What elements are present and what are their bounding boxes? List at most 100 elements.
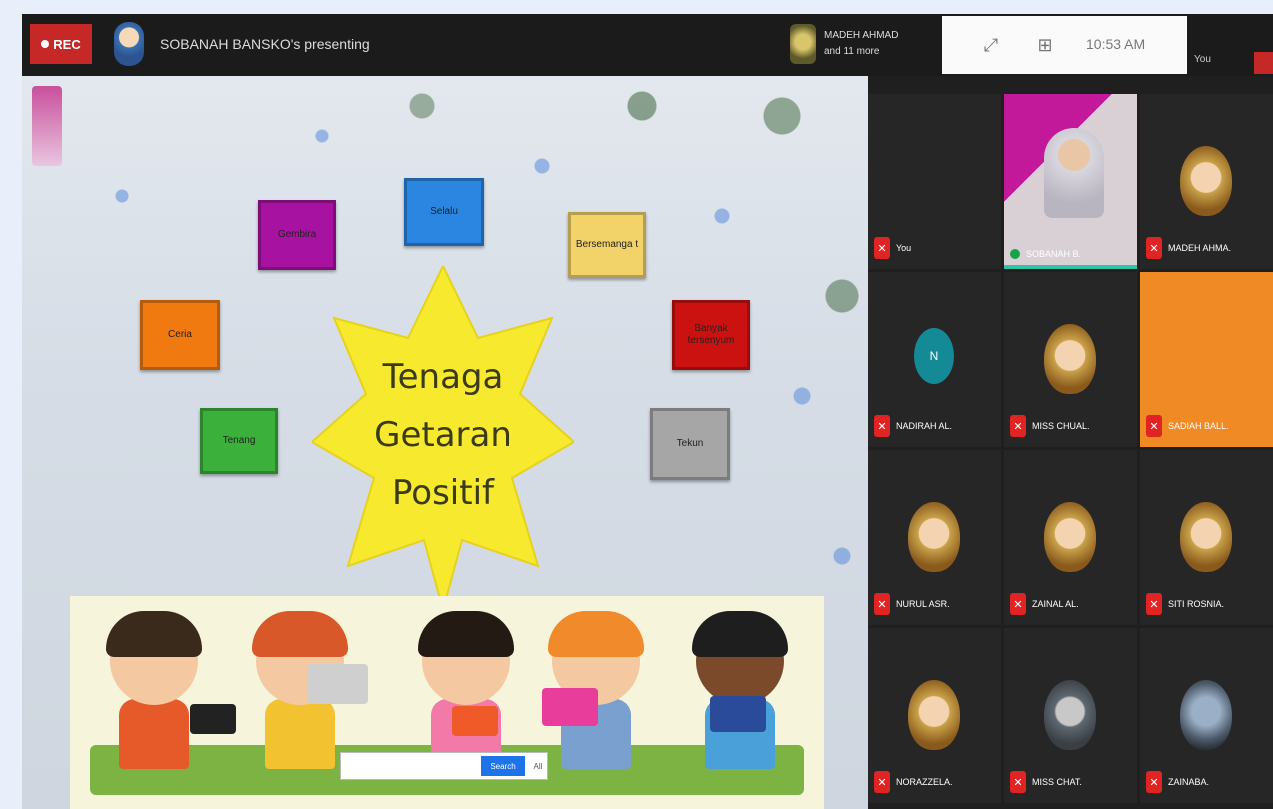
- word-box-label: Gembira: [277, 229, 317, 240]
- participant-nametag: ✕ SADIAH BALL.: [1146, 415, 1229, 437]
- host-label: You: [1194, 54, 1211, 65]
- meeting-window: REC SOBANAH BANSKO's presenting MADEH AH…: [22, 14, 1273, 809]
- word-box: Banyak tersenyum: [672, 300, 750, 370]
- participant-nametag: ✕ ZAINABA.: [1146, 771, 1209, 793]
- participant-tile[interactable]: ✕ MISS CHUAL.: [1004, 272, 1137, 447]
- participant-nametag: SOBANAH B.: [1010, 249, 1081, 259]
- mic-muted-icon: ✕: [1010, 593, 1026, 615]
- participant-avatar-icon: [1180, 146, 1232, 216]
- leave-button[interactable]: [1254, 52, 1273, 74]
- participant-avatar-icon: [908, 680, 960, 750]
- participant-video: [1044, 128, 1104, 218]
- kid-figure: [692, 611, 788, 769]
- participant-gallery: ✕ You SOBANAH B. ✕ MADEH AHMA. N ✕ NADIRAH AL. ✕…: [868, 76, 1273, 809]
- kids-illustration: Search All: [70, 596, 824, 809]
- participant-tile[interactable]: ✕ SADIAH BALL.: [1140, 272, 1273, 447]
- tablet-icon: [710, 696, 766, 732]
- word-box-label: Tenang: [222, 435, 256, 446]
- mic-muted-icon: ✕: [874, 415, 890, 437]
- participant-nametag: ✕ You: [874, 237, 911, 259]
- word-box: Bersemanga t: [568, 212, 646, 278]
- slide-search-bar: Search All: [340, 752, 548, 780]
- word-box-label: Banyak tersenyum: [687, 323, 735, 346]
- participant-name: SOBANAH B.: [1026, 249, 1082, 259]
- word-box-label: Tekun: [676, 438, 704, 449]
- kid-figure: [106, 611, 202, 769]
- participant-name: SITI ROSNIA.: [1168, 599, 1225, 609]
- active-speaker-indicator: [1004, 265, 1137, 269]
- status-panel: ⤢ ⊞ 10:53 AM: [942, 16, 1187, 74]
- word-box-label: Bersemanga t: [575, 239, 639, 250]
- participant-tile[interactable]: ✕ NURUL ASR.: [868, 450, 1001, 625]
- meeting-title: MADEH AHMAD: [824, 30, 899, 41]
- clock-time: 10:53 AM: [1086, 36, 1146, 52]
- participant-name: ZAINAL AL.: [1032, 599, 1079, 609]
- word-box: Gembira: [258, 200, 336, 270]
- participant-nametag: ✕ NURUL ASR.: [874, 593, 950, 615]
- search-input[interactable]: [341, 756, 477, 776]
- word-box: Tekun: [650, 408, 730, 480]
- kid-figure: [418, 611, 514, 769]
- layout-icon[interactable]: ⤢: [980, 34, 1002, 56]
- participant-name: MISS CHAT.: [1032, 777, 1082, 787]
- participant-tile[interactable]: ✕ ZAINABA.: [1140, 628, 1273, 803]
- participant-avatar-icon: N: [914, 328, 954, 384]
- participant-tile[interactable]: N ✕ NADIRAH AL.: [868, 272, 1001, 447]
- star-line: Getaran: [374, 415, 512, 455]
- participant-tile[interactable]: ✕ You: [868, 94, 1001, 269]
- participant-tile[interactable]: ✕ ZAINAL AL.: [1004, 450, 1137, 625]
- star-line: Tenaga: [382, 357, 504, 397]
- mic-muted-icon: ✕: [1010, 771, 1026, 793]
- participant-nametag: ✕ SITI ROSNIA.: [1146, 593, 1224, 615]
- participant-name: MISS CHUAL.: [1032, 421, 1090, 431]
- top-bar: REC SOBANAH BANSKO's presenting MADEH AH…: [22, 14, 1273, 76]
- search-button[interactable]: Search: [481, 756, 525, 776]
- participant-name: NADIRAH AL.: [896, 421, 953, 431]
- participant-tile[interactable]: ✕ NORAZZELA.: [868, 628, 1001, 803]
- participant-tile[interactable]: ✕ MISS CHAT.: [1004, 628, 1137, 803]
- record-dot-icon: [41, 40, 50, 48]
- participant-nametag: ✕ MISS CHAT.: [1010, 771, 1082, 793]
- participant-name: ZAINABA.: [1168, 777, 1210, 787]
- participant-tile[interactable]: SOBANAH B.: [1004, 94, 1137, 269]
- participant-avatar-icon: [1044, 324, 1096, 394]
- word-box-label: Ceria: [168, 329, 192, 340]
- participant-nametag: ✕ MADEH AHMA.: [1146, 237, 1231, 259]
- participant-tile[interactable]: ✕ MADEH AHMA.: [1140, 94, 1273, 269]
- participant-name: NORAZZELA.: [896, 777, 953, 787]
- search-scope[interactable]: All: [529, 756, 547, 776]
- star-shape: Tenaga Getaran Positif: [312, 266, 574, 610]
- mic-muted-icon: ✕: [874, 771, 890, 793]
- word-box: Selalu: [404, 178, 484, 246]
- word-box-label: Selalu: [430, 206, 458, 217]
- laptop-icon: [542, 688, 598, 726]
- meeting-subtitle: and 11 more: [824, 46, 880, 57]
- participant-nametag: ✕ NORAZZELA.: [874, 771, 953, 793]
- presenter-avatar-icon: [114, 22, 144, 66]
- presenter-name: SOBANAH BANSKO's presenting: [160, 36, 370, 52]
- participant-name: You: [896, 243, 912, 253]
- tablet-icon: [452, 706, 498, 736]
- meeting-info[interactable]: MADEH AHMAD and 11 more: [824, 28, 898, 60]
- school-logo-icon: [32, 86, 62, 166]
- record-button[interactable]: REC: [30, 24, 92, 64]
- mic-muted-icon: ✕: [874, 237, 890, 259]
- mic-muted-icon: ✕: [874, 593, 890, 615]
- participant-avatar-icon: [1180, 502, 1232, 572]
- participant-avatar-icon: [908, 502, 960, 572]
- mic-muted-icon: ✕: [1146, 415, 1162, 437]
- participant-name: NURUL ASR.: [896, 599, 950, 609]
- participants-icon[interactable]: ⊞: [1034, 34, 1056, 56]
- participant-tile[interactable]: ✕ SITI ROSNIA.: [1140, 450, 1273, 625]
- laptop-icon: [308, 664, 368, 704]
- participant-avatar-icon: [1044, 680, 1096, 750]
- mic-muted-icon: ✕: [1146, 237, 1162, 259]
- rec-label: REC: [53, 36, 81, 52]
- shared-slide: Gembira Selalu Bersemanga t Ceria Banyak…: [22, 76, 868, 809]
- participant-nametag: ✕ ZAINAL AL.: [1010, 593, 1079, 615]
- participant-avatar-icon: [1180, 680, 1232, 750]
- participant-avatar-icon: [1044, 502, 1096, 572]
- word-box: Ceria: [140, 300, 220, 370]
- mic-muted-icon: ✕: [1146, 593, 1162, 615]
- word-box: Tenang: [200, 408, 278, 474]
